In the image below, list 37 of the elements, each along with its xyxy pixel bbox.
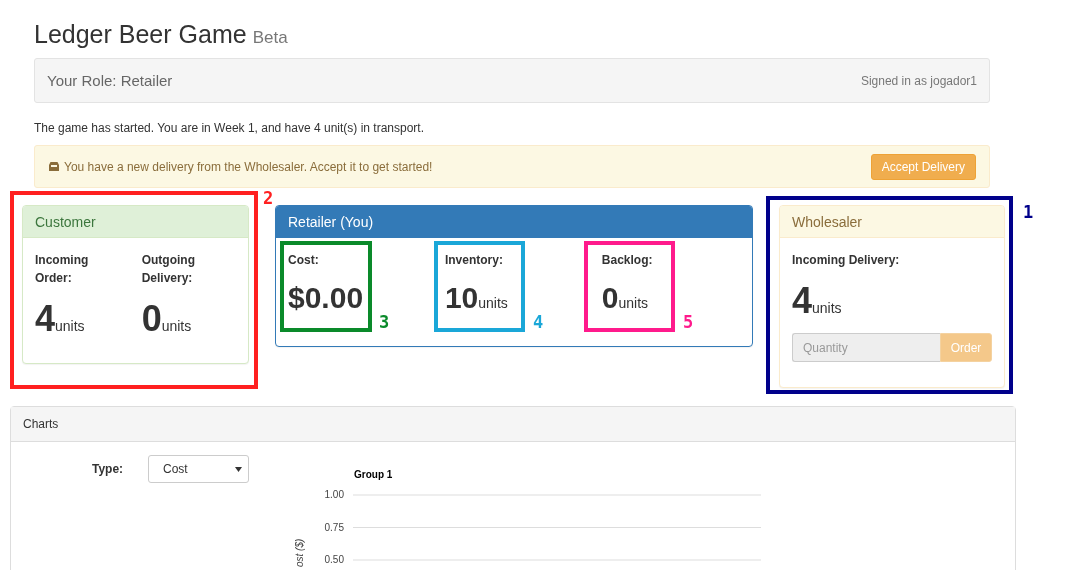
stat-label: Incoming Order:: [35, 252, 90, 287]
stat-value: 0units: [141, 301, 192, 337]
stat-label: Cost:: [288, 252, 319, 269]
stat-value: 10units: [444, 283, 508, 313]
axis-label: ost ($): [294, 538, 305, 567]
annotation-number: 3: [379, 312, 390, 332]
annotation-number: 2: [263, 188, 274, 208]
stat-label: Incoming Delivery:: [792, 252, 900, 269]
accept-delivery-button[interactable]: Accept Delivery: [870, 153, 976, 180]
panel-title: Wholesaler: [792, 213, 863, 230]
type-label: Type:: [92, 462, 125, 476]
tick-label: 1.00: [324, 489, 344, 500]
tick-label: 0.75: [324, 521, 344, 533]
panel-title: Charts: [23, 417, 59, 431]
chart-title: Group 1: [354, 469, 393, 480]
stat-value: 4units: [35, 301, 85, 337]
stat-label: Outgoing Delivery:: [141, 252, 196, 287]
stat-value: $0.00: [288, 283, 364, 313]
signed-in-text: Signed in as jogador1: [860, 73, 977, 88]
panel-title: Retailer (You): [288, 213, 374, 230]
annotation-number: 5: [683, 312, 694, 332]
page-title: Ledger Beer Game: [34, 20, 247, 49]
stat-label: Inventory:: [444, 252, 503, 269]
role-text: Your Role: Retailer: [47, 72, 173, 89]
type-select[interactable]: Cost: [148, 455, 249, 483]
stat-label: Backlog:: [601, 252, 653, 269]
stat-value: 0units: [601, 283, 649, 313]
stat-value: 4units: [792, 283, 842, 319]
annotation-number: 4: [533, 312, 544, 332]
panel-title: Customer: [35, 213, 96, 230]
status-text: The game has started. You are in Week 1, and have 4 unit(s) in transport.: [34, 121, 425, 137]
alert-message: You have a new delivery from the Wholesaler. Accept it to get started!: [64, 159, 433, 174]
inbox-icon: [48, 161, 60, 172]
tick-label: 0.50: [324, 554, 344, 565]
caret-icon: [235, 466, 242, 472]
beta-label: Beta: [252, 28, 288, 48]
annotation-number: 1: [1023, 202, 1034, 222]
